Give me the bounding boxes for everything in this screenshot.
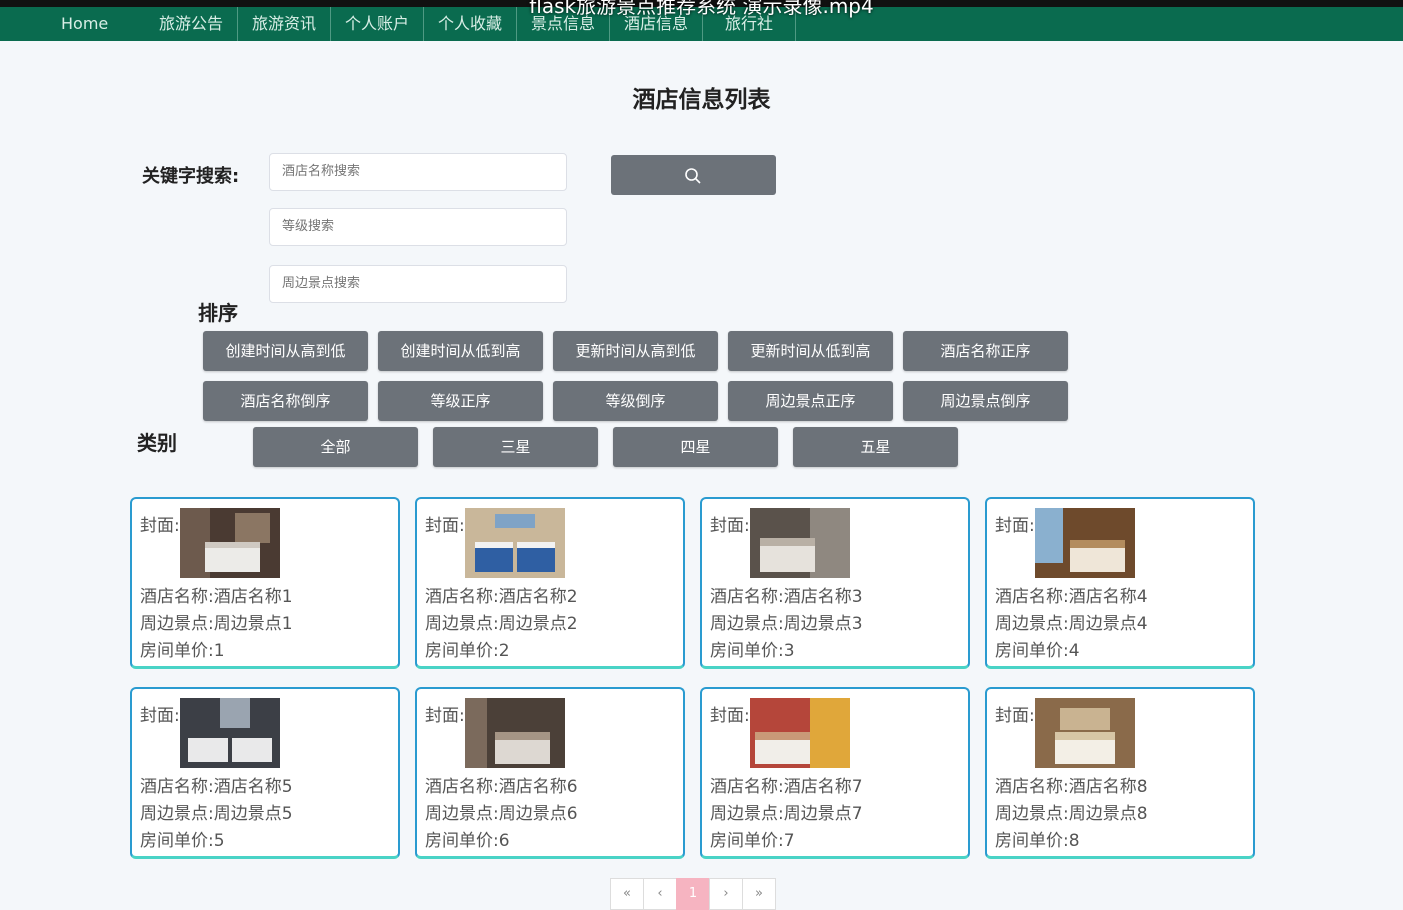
hotel-name: 酒店名称:酒店名称6: [425, 777, 578, 797]
first-page-button[interactable]: «: [610, 878, 644, 910]
hotel-card[interactable]: 封面: 酒店名称:酒店名称8 周边景点:周边景点8 房间单价:8: [985, 687, 1255, 859]
hotel-cover-image[interactable]: [1035, 698, 1135, 768]
cover-label: 封面:: [140, 516, 180, 536]
hotel-price: 房间单价:2: [425, 641, 510, 661]
hotel-cover-image[interactable]: [465, 698, 565, 768]
hotel-name: 酒店名称:酒店名称7: [710, 777, 863, 797]
sort-level-asc-button[interactable]: 等级正序: [378, 381, 543, 421]
hotel-cover-image[interactable]: [1035, 508, 1135, 578]
sort-created-asc-button[interactable]: 创建时间从低到高: [378, 331, 543, 371]
hotel-scenic: 周边景点:周边景点1: [140, 614, 293, 634]
hotel-scenic: 周边景点:周边景点2: [425, 614, 578, 634]
sort-level-desc-button[interactable]: 等级倒序: [553, 381, 718, 421]
hotel-scenic: 周边景点:周边景点5: [140, 804, 293, 824]
sort-created-desc-button[interactable]: 创建时间从高到低: [203, 331, 368, 371]
hotel-name: 酒店名称:酒店名称2: [425, 587, 578, 607]
search-icon: [685, 168, 701, 184]
hotel-scenic: 周边景点:周边景点4: [995, 614, 1148, 634]
hotel-price: 房间单价:4: [995, 641, 1080, 661]
hotel-price: 房间单价:8: [995, 831, 1080, 851]
sort-scenic-asc-button[interactable]: 周边景点正序: [728, 381, 893, 421]
page-title: 酒店信息列表: [632, 87, 771, 113]
hotel-cover-image[interactable]: [750, 508, 850, 578]
sort-name-asc-button[interactable]: 酒店名称正序: [903, 331, 1068, 371]
hotel-cover-image[interactable]: [180, 698, 280, 768]
hotel-card[interactable]: 封面: 酒店名称:酒店名称5 周边景点:周边景点5 房间单价:5: [130, 687, 400, 859]
hotel-name: 酒店名称:酒店名称1: [140, 587, 293, 607]
category-four-star-button[interactable]: 四星: [613, 427, 778, 467]
page-1-button[interactable]: 1: [676, 878, 710, 910]
next-page-button[interactable]: ›: [709, 878, 743, 910]
video-title-overlay: flask旅游景点推荐系统 演示录像.mp4: [529, 0, 874, 18]
hotel-cover-image[interactable]: [465, 508, 565, 578]
hotel-price: 房间单价:1: [140, 641, 225, 661]
hotel-name: 酒店名称:酒店名称3: [710, 587, 863, 607]
category-all-button[interactable]: 全部: [253, 427, 418, 467]
search-button[interactable]: [611, 155, 776, 195]
hotel-card[interactable]: 封面: 酒店名称:酒店名称3 周边景点:周边景点3 房间单价:3: [700, 497, 970, 669]
prev-page-button[interactable]: ‹: [643, 878, 677, 910]
level-search-input[interactable]: [269, 208, 567, 246]
cover-label: 封面:: [425, 516, 465, 536]
sort-label: 排序: [198, 301, 238, 325]
hotel-scenic: 周边景点:周边景点3: [710, 614, 863, 634]
hotel-card[interactable]: 封面: 酒店名称:酒店名称4 周边景点:周边景点4 房间单价:4: [985, 497, 1255, 669]
hotel-price: 房间单价:7: [710, 831, 795, 851]
category-five-star-button[interactable]: 五星: [793, 427, 958, 467]
hotel-scenic: 周边景点:周边景点6: [425, 804, 578, 824]
hotel-card[interactable]: 封面: 酒店名称:酒店名称2 周边景点:周边景点2 房间单价:2: [415, 497, 685, 669]
hotel-card[interactable]: 封面: 酒店名称:酒店名称7 周边景点:周边景点7 房间单价:7: [700, 687, 970, 859]
cover-label: 封面:: [140, 706, 180, 726]
hotel-cover-image[interactable]: [180, 508, 280, 578]
hotel-price: 房间单价:5: [140, 831, 225, 851]
cover-label: 封面:: [710, 706, 750, 726]
cover-label: 封面:: [995, 516, 1035, 536]
sort-name-desc-button[interactable]: 酒店名称倒序: [203, 381, 368, 421]
last-page-button[interactable]: »: [742, 878, 776, 910]
cover-label: 封面:: [710, 516, 750, 536]
hotel-scenic: 周边景点:周边景点7: [710, 804, 863, 824]
cover-label: 封面:: [995, 706, 1035, 726]
sort-updated-asc-button[interactable]: 更新时间从低到高: [728, 331, 893, 371]
hotel-card[interactable]: 封面: 酒店名称:酒店名称1 周边景点:周边景点1 房间单价:1: [130, 497, 400, 669]
category-three-star-button[interactable]: 三星: [433, 427, 598, 467]
hotel-name-search-input[interactable]: [269, 153, 567, 191]
pagination: « ‹ 1 › »: [610, 878, 776, 910]
category-label: 类别: [137, 431, 177, 455]
sort-updated-desc-button[interactable]: 更新时间从高到低: [553, 331, 718, 371]
hotel-price: 房间单价:3: [710, 641, 795, 661]
scenic-search-input[interactable]: [269, 265, 567, 303]
hotel-name: 酒店名称:酒店名称8: [995, 777, 1148, 797]
hotel-card[interactable]: 封面: 酒店名称:酒店名称6 周边景点:周边景点6 房间单价:6: [415, 687, 685, 859]
hotel-price: 房间单价:6: [425, 831, 510, 851]
hotel-name: 酒店名称:酒店名称5: [140, 777, 293, 797]
hotel-cover-image[interactable]: [750, 698, 850, 768]
hotel-name: 酒店名称:酒店名称4: [995, 587, 1148, 607]
hotel-scenic: 周边景点:周边景点8: [995, 804, 1148, 824]
cover-label: 封面:: [425, 706, 465, 726]
sort-scenic-desc-button[interactable]: 周边景点倒序: [903, 381, 1068, 421]
search-label: 关键字搜索:: [142, 166, 240, 187]
